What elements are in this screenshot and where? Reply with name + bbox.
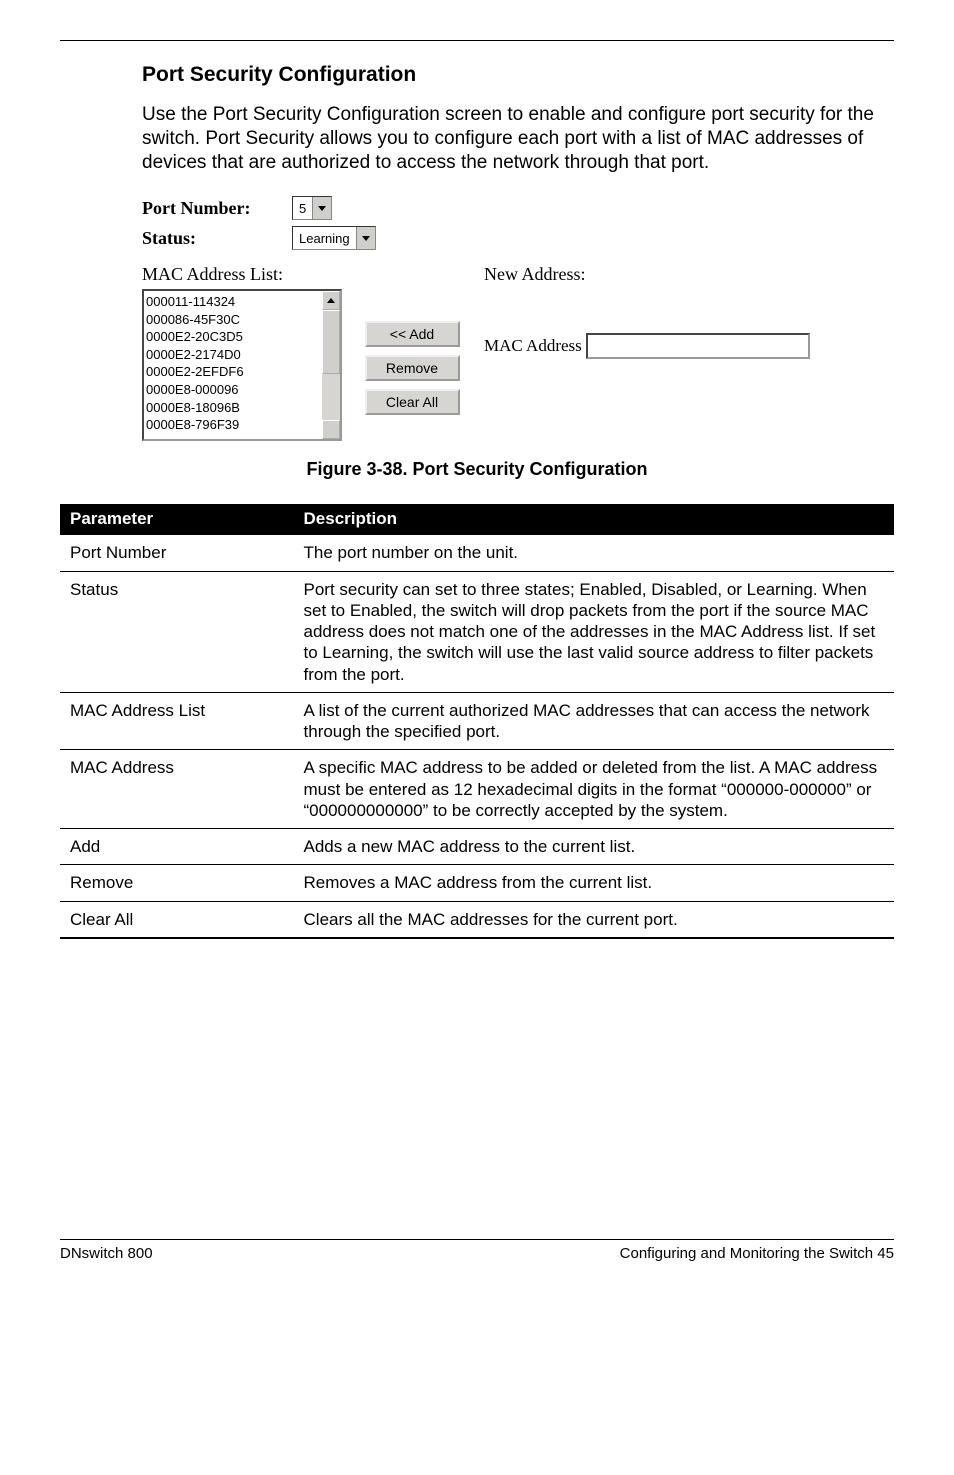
scroll-track[interactable]: [322, 310, 340, 420]
scroll-down-button[interactable]: [322, 420, 340, 439]
clear-all-button[interactable]: Clear All: [365, 389, 460, 415]
status-value: Learning: [293, 227, 356, 249]
table-row: RemoveRemoves a MAC address from the cur…: [60, 865, 894, 901]
param-description: A list of the current authorized MAC add…: [294, 692, 894, 750]
scroll-up-button[interactable]: [322, 291, 340, 310]
mac-address-input-label: MAC Address: [484, 336, 582, 356]
port-number-select[interactable]: 5: [292, 196, 332, 220]
param-name: Status: [60, 571, 294, 692]
param-name: Port Number: [60, 535, 294, 571]
list-item[interactable]: 0000E2-2EFDF6: [146, 363, 320, 381]
chevron-down-icon: [362, 236, 370, 241]
list-item[interactable]: 0000E8-000096: [146, 381, 320, 399]
table-header-parameter: Parameter: [60, 504, 294, 535]
param-description: Adds a new MAC address to the current li…: [294, 829, 894, 865]
new-address-label: New Address:: [484, 264, 894, 285]
arrow-up-icon: [327, 298, 335, 303]
param-description: The port number on the unit.: [294, 535, 894, 571]
status-select[interactable]: Learning: [292, 226, 376, 250]
port-number-label: Port Number:: [142, 198, 292, 219]
param-name: Add: [60, 829, 294, 865]
figure-caption: Figure 3-38. Port Security Configuration: [60, 459, 894, 480]
param-description: Port security can set to three states; E…: [294, 571, 894, 692]
table-row: AddAdds a new MAC address to the current…: [60, 829, 894, 865]
list-item[interactable]: 0000E2-2174D0: [146, 346, 320, 364]
remove-button[interactable]: Remove: [365, 355, 460, 381]
port-number-dropdown-button[interactable]: [312, 197, 331, 219]
param-description: Clears all the MAC addresses for the cur…: [294, 901, 894, 938]
list-item[interactable]: 0000E2-20C3D5: [146, 328, 320, 346]
footer-left: DNswitch 800: [60, 1245, 153, 1262]
port-number-value: 5: [293, 197, 312, 219]
param-description: Removes a MAC address from the current l…: [294, 865, 894, 901]
status-label: Status:: [142, 228, 292, 249]
scroll-thumb[interactable]: [322, 310, 340, 374]
table-row: StatusPort security can set to three sta…: [60, 571, 894, 692]
table-row: Port NumberThe port number on the unit.: [60, 535, 894, 571]
table-row: Clear AllClears all the MAC addresses fo…: [60, 901, 894, 938]
list-item[interactable]: 000011-114324: [146, 293, 320, 311]
status-dropdown-button[interactable]: [356, 227, 375, 249]
param-name: MAC Address: [60, 750, 294, 829]
parameter-table: Parameter Description Port NumberThe por…: [60, 504, 894, 939]
param-description: A specific MAC address to be added or de…: [294, 750, 894, 829]
param-name: Remove: [60, 865, 294, 901]
mac-address-list-label: MAC Address List:: [142, 264, 342, 285]
mac-address-listbox[interactable]: 000011-114324000086-45F30C0000E2-20C3D50…: [142, 289, 342, 441]
top-rule: [60, 40, 894, 41]
table-header-description: Description: [294, 504, 894, 535]
param-name: Clear All: [60, 901, 294, 938]
intro-paragraph: Use the Port Security Configuration scre…: [142, 103, 894, 174]
list-item[interactable]: 0000E8-18096B: [146, 399, 320, 417]
footer-right: Configuring and Monitoring the Switch 45: [620, 1245, 894, 1262]
table-row: MAC Address ListA list of the current au…: [60, 692, 894, 750]
table-row: MAC AddressA specific MAC address to be …: [60, 750, 894, 829]
mac-address-input[interactable]: [586, 333, 810, 359]
list-item[interactable]: 000086-45F30C: [146, 311, 320, 329]
add-button[interactable]: << Add: [365, 321, 460, 347]
listbox-scrollbar[interactable]: [322, 291, 340, 439]
list-item[interactable]: 0000E8-796F39: [146, 416, 320, 434]
screenshot-port-security: Port Number: 5 Status: Learning: [142, 196, 894, 441]
chevron-down-icon: [318, 206, 326, 211]
page-title: Port Security Configuration: [142, 63, 894, 87]
param-name: MAC Address List: [60, 692, 294, 750]
